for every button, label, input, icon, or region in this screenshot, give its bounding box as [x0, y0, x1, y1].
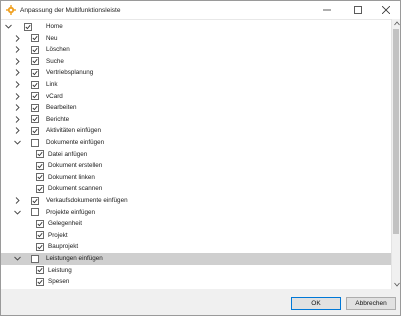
- tree-row[interactable]: Suche: [1, 56, 391, 68]
- dialog-footer: OK Abbrechen: [1, 289, 400, 315]
- tree-item-label: vCard: [46, 92, 63, 100]
- tree-item-label: Aktivitäten einfügen: [46, 127, 101, 135]
- tree-row[interactable]: vCard: [1, 91, 391, 103]
- tree-row[interactable]: Dokumente einfügen: [1, 137, 391, 149]
- tree-item-label: Dokumente einfügen: [46, 139, 105, 146]
- chevron-right-icon[interactable]: [13, 126, 21, 135]
- tree-item-label: Berichte: [46, 115, 70, 123]
- tree-row[interactable]: Leistung: [1, 265, 391, 277]
- tree-item-label: Vertriebsplanung: [46, 69, 94, 77]
- checkbox-checked[interactable]: [31, 196, 39, 205]
- chevron-right-icon[interactable]: [13, 45, 21, 54]
- tree-item-label: Suche: [46, 57, 64, 65]
- tree-row[interactable]: Vertriebsplanung: [1, 67, 391, 79]
- dialog-window: Anpassung der Multifunktionsleiste Home N…: [0, 0, 401, 316]
- checkbox-checked[interactable]: [36, 266, 44, 275]
- tree-row[interactable]: Gelegenheit: [1, 218, 391, 230]
- tree-row[interactable]: Verkaufsdokumente einfügen: [1, 195, 391, 207]
- checkbox-checked[interactable]: [31, 126, 39, 135]
- tree-item-label: Löschen: [46, 46, 70, 54]
- ribbon-tree: Home Neu Löschen Suche Vertriebsplanung Link v…: [1, 19, 400, 298]
- tree-item-label: Verkaufsdokumente einfügen: [46, 197, 128, 204]
- checkbox-checked[interactable]: [36, 277, 44, 286]
- checkbox-checked[interactable]: [31, 80, 39, 89]
- tree-item-label: Gelegenheit: [48, 220, 82, 228]
- chevron-right-icon[interactable]: [13, 92, 21, 101]
- tree-item-label: Dokument erstellen: [48, 162, 103, 170]
- scrollbar-thumb[interactable]: [393, 29, 399, 234]
- tree-row[interactable]: Projekte einfügen: [1, 207, 391, 219]
- cancel-button[interactable]: Abbrechen: [346, 297, 396, 310]
- tree-row[interactable]: Link: [1, 79, 391, 91]
- tree-item-label: Projekt: [48, 231, 68, 239]
- tree-item-label: Leistung: [48, 266, 72, 274]
- tree-row[interactable]: Dokument scannen: [1, 183, 391, 195]
- chevron-right-icon[interactable]: [13, 57, 21, 66]
- tree-item-label: Bearbeiten: [46, 104, 77, 112]
- tree-row[interactable]: Spesen: [1, 276, 391, 288]
- checkbox-checked[interactable]: [31, 45, 39, 54]
- tree-item-label: Link: [46, 81, 58, 88]
- checkbox-checked[interactable]: [24, 22, 32, 31]
- chevron-right-icon[interactable]: [13, 68, 21, 77]
- maximize-icon[interactable]: [344, 1, 372, 19]
- tree-row[interactable]: Datei anfügen: [1, 149, 391, 161]
- checkbox-unchecked[interactable]: [31, 254, 39, 263]
- tree-item-label: Neu: [46, 34, 58, 42]
- checkbox-checked[interactable]: [36, 161, 44, 170]
- tree-row[interactable]: Neu: [1, 33, 391, 45]
- vertical-scrollbar[interactable]: [391, 19, 400, 289]
- chevron-down-icon[interactable]: [13, 138, 21, 147]
- tree-row[interactable]: Dokument erstellen: [1, 160, 391, 172]
- tree-row[interactable]: Löschen: [1, 44, 391, 56]
- scroll-down-icon[interactable]: [392, 280, 401, 289]
- tree-row[interactable]: Projekt: [1, 230, 391, 242]
- window-title: Anpassung der Multifunktionsleiste: [20, 6, 121, 14]
- tree-row[interactable]: Bauprojekt: [1, 241, 391, 253]
- tree-item-label: Home: [46, 23, 63, 30]
- tree-row[interactable]: Bearbeiten: [1, 102, 391, 114]
- checkbox-unchecked[interactable]: [31, 138, 39, 147]
- checkbox-checked[interactable]: [31, 34, 39, 43]
- tree-row[interactable]: Dokument linken: [1, 172, 391, 184]
- checkbox-checked[interactable]: [36, 242, 44, 251]
- chevron-right-icon[interactable]: [13, 115, 21, 124]
- chevron-right-icon[interactable]: [13, 80, 21, 89]
- close-icon[interactable]: [372, 1, 400, 19]
- checkbox-checked[interactable]: [36, 173, 44, 182]
- checkbox-unchecked[interactable]: [31, 208, 39, 217]
- chevron-down-icon[interactable]: [13, 208, 21, 217]
- tree-row[interactable]: Aktivitäten einfügen: [1, 125, 391, 137]
- checkbox-checked[interactable]: [36, 150, 44, 159]
- tree-item-label: Dokument linken: [48, 173, 95, 181]
- checkbox-checked[interactable]: [31, 103, 39, 112]
- title-bar[interactable]: Anpassung der Multifunktionsleiste: [1, 1, 400, 19]
- chevron-right-icon[interactable]: [13, 103, 21, 112]
- tree-item-label: Bauprojekt: [48, 243, 79, 251]
- chevron-down-icon[interactable]: [13, 254, 21, 263]
- checkbox-checked[interactable]: [36, 184, 44, 193]
- tree-row[interactable]: Leistungen einfügen: [1, 253, 391, 265]
- minimize-icon[interactable]: [313, 1, 341, 19]
- gear-icon: [6, 5, 16, 15]
- ok-button[interactable]: OK: [291, 297, 341, 310]
- tree-item-label: Dokument scannen: [48, 185, 103, 193]
- tree-item-label: Leistungen einfügen: [46, 255, 103, 262]
- scroll-up-icon[interactable]: [392, 19, 401, 28]
- tree-row[interactable]: Berichte: [1, 114, 391, 126]
- chevron-right-icon[interactable]: [13, 34, 21, 43]
- tree-item-label: Spesen: [48, 278, 70, 286]
- tree-item-label: Datei anfügen: [48, 150, 88, 158]
- chevron-down-icon[interactable]: [4, 22, 12, 31]
- tree-row[interactable]: Home: [1, 21, 391, 33]
- checkbox-checked[interactable]: [36, 219, 44, 228]
- checkbox-checked[interactable]: [31, 57, 39, 66]
- checkbox-checked[interactable]: [36, 231, 44, 240]
- chevron-right-icon[interactable]: [13, 196, 21, 205]
- checkbox-checked[interactable]: [31, 92, 39, 101]
- checkbox-checked[interactable]: [31, 68, 39, 77]
- checkbox-checked[interactable]: [31, 115, 39, 124]
- tree-item-label: Projekte einfügen: [46, 208, 96, 216]
